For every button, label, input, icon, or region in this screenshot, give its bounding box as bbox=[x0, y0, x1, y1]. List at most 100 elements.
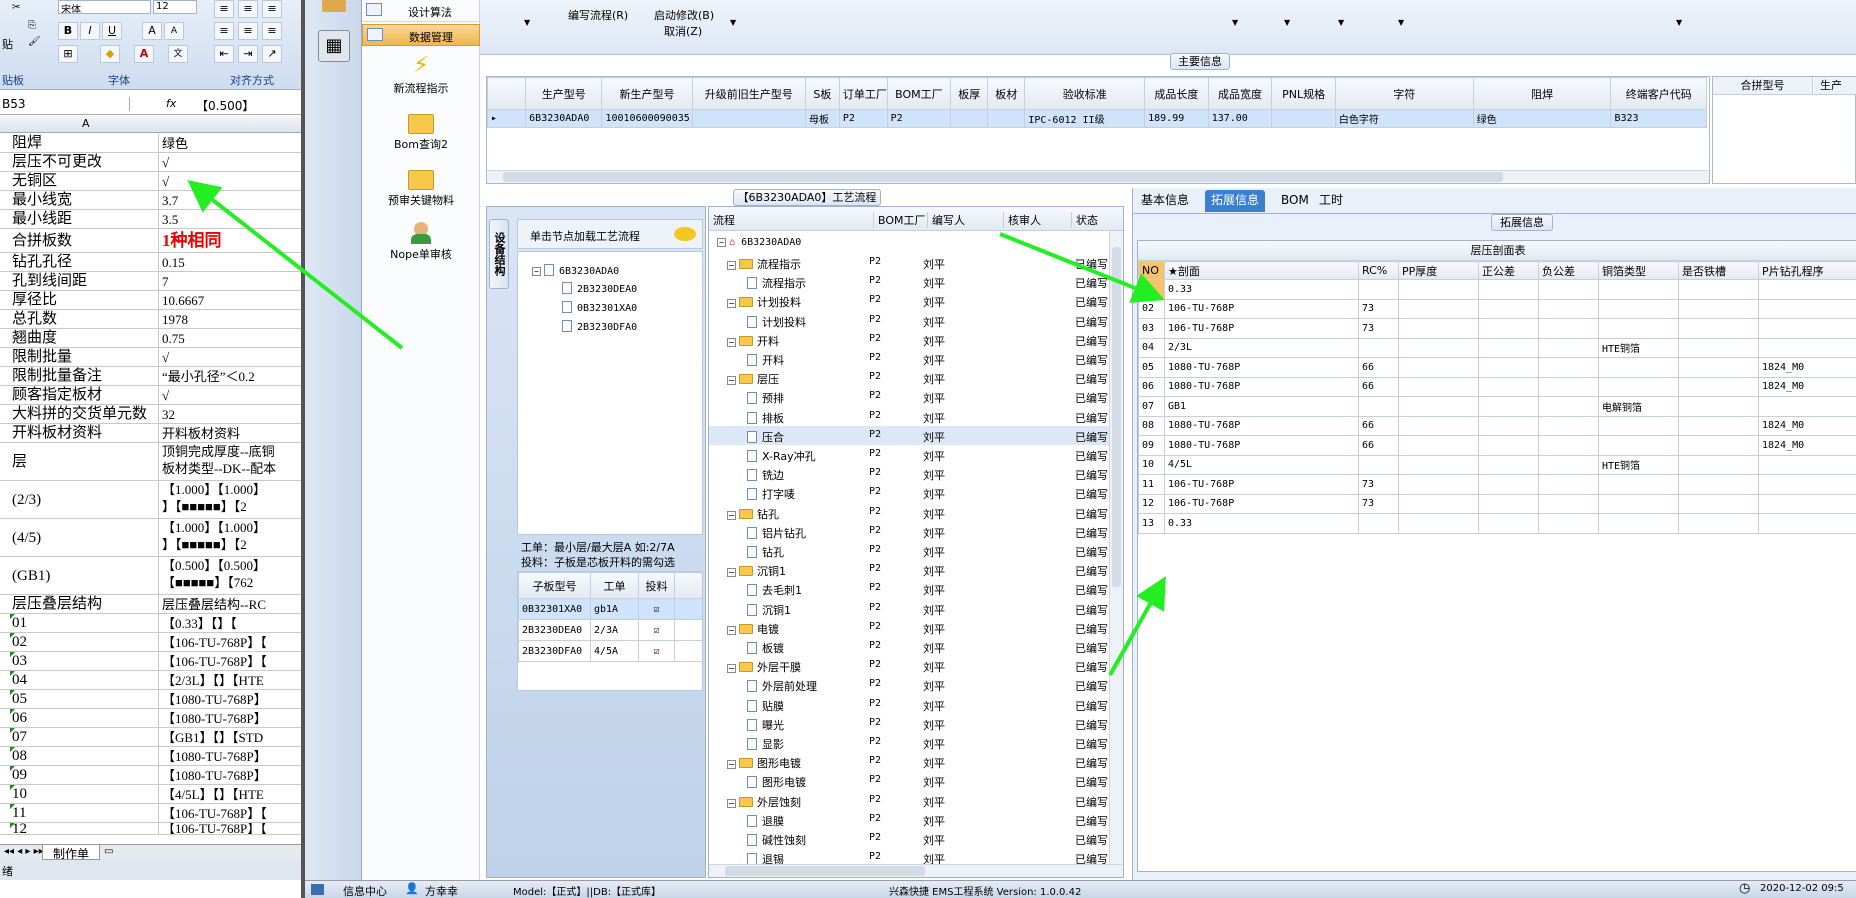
cell[interactable]: 13 bbox=[1138, 513, 1165, 534]
sheet-row[interactable]: 合拼板数 1种相同 bbox=[0, 229, 301, 253]
collapse-icon[interactable]: − bbox=[727, 376, 736, 386]
cell-b[interactable]: 【1.000】【1.000】 】【■■■■■】【2 bbox=[160, 481, 301, 518]
cell-a[interactable]: 07 bbox=[11, 728, 159, 746]
sheet-row[interactable]: 03 【106-TU-768P】【 bbox=[0, 652, 301, 671]
cell[interactable] bbox=[1478, 493, 1539, 514]
sheet-row[interactable]: 层压叠层结构 层压叠层结构--RC bbox=[0, 595, 301, 614]
tree-child[interactable]: 2B3230DFA0 bbox=[562, 320, 637, 333]
cell[interactable]: B323 bbox=[1610, 109, 1707, 128]
col-header[interactable]: PP厚度 bbox=[1398, 261, 1479, 280]
col-header[interactable]: 板材 bbox=[987, 77, 1026, 110]
cell[interactable] bbox=[1538, 337, 1599, 358]
flow-step-row[interactable]: 压合 P2 刘平 已编写 bbox=[709, 425, 1123, 445]
shrink-font-button[interactable]: A bbox=[164, 22, 184, 40]
cell-b[interactable]: 0.15 bbox=[160, 253, 301, 271]
cancel-button[interactable]: 取消(Z) bbox=[664, 23, 702, 39]
cell-a[interactable]: 01 bbox=[11, 614, 159, 632]
cell[interactable] bbox=[1398, 357, 1479, 378]
flow-step-row[interactable]: 计划投料 P2 刘平 已编写 bbox=[709, 311, 1123, 330]
cell[interactable] bbox=[1538, 513, 1599, 534]
cell[interactable] bbox=[1478, 337, 1539, 358]
flow-hscroll[interactable] bbox=[709, 864, 1123, 877]
cell-b[interactable]: 【GB1】【】【STD bbox=[160, 728, 301, 746]
cell[interactable] bbox=[1478, 318, 1539, 339]
sheet-row[interactable]: 翘曲度 0.75 bbox=[0, 329, 301, 348]
bom-query-action[interactable]: Bom查询2 bbox=[362, 110, 480, 152]
flow-group-row[interactable]: − 外层干膜 P2 刘平 已编写 bbox=[709, 656, 1123, 675]
cell[interactable] bbox=[1678, 493, 1759, 514]
cell-a[interactable]: 12 bbox=[11, 823, 159, 834]
table-row[interactable]: 05 1080-TU-768P 66 1824_M0 bbox=[1138, 357, 1856, 378]
sheet-row[interactable]: (GB1) 【0.500】【0.500】 【■■■■■】【762 bbox=[0, 557, 301, 595]
cell-b[interactable]: √ bbox=[160, 386, 301, 404]
cell[interactable] bbox=[691, 109, 806, 128]
cell[interactable] bbox=[1538, 396, 1599, 417]
table-row[interactable]: 09 1080-TU-768P 66 1824_M0 bbox=[1138, 435, 1856, 456]
cell[interactable] bbox=[1678, 474, 1759, 495]
cell-b[interactable]: 32 bbox=[160, 405, 301, 423]
cell[interactable] bbox=[1758, 396, 1856, 417]
cell[interactable]: 137.00 bbox=[1207, 109, 1273, 128]
cell[interactable] bbox=[1398, 513, 1479, 534]
cell[interactable] bbox=[1758, 513, 1856, 534]
cell[interactable] bbox=[1398, 435, 1479, 456]
cell[interactable] bbox=[1758, 318, 1856, 339]
align-center-button[interactable]: ≡ bbox=[238, 22, 258, 40]
cell[interactable]: 4/5L bbox=[1164, 454, 1359, 475]
flow-group-row[interactable]: − 钻孔 P2 刘平 已编写 bbox=[709, 503, 1123, 522]
sheet-row[interactable]: 层顶铜完成厚度--底铜 板材类型--DK--配本 bbox=[0, 443, 301, 481]
table-row[interactable]: 04 2/3L HTE铜箔 bbox=[1138, 337, 1856, 358]
table-row[interactable]: 13 0.33 bbox=[1138, 513, 1856, 534]
cell[interactable] bbox=[1478, 454, 1539, 475]
cell[interactable] bbox=[1538, 279, 1599, 300]
col-header[interactable]: 终端客户代码 bbox=[1610, 77, 1707, 110]
cell-b[interactable]: 【1080-TU-768P】 bbox=[160, 766, 301, 784]
cell[interactable]: 189.99 bbox=[1144, 109, 1209, 128]
cell-b[interactable]: 7 bbox=[160, 272, 301, 290]
main-info-hscroll[interactable] bbox=[487, 170, 1709, 183]
align-left-button[interactable]: ≡ bbox=[214, 22, 234, 40]
cell-a[interactable]: 10 bbox=[11, 785, 159, 803]
cell-a[interactable]: 开料板材资料 bbox=[11, 424, 159, 442]
sheet-row[interactable]: 大料拼的交货单元数 32 bbox=[0, 405, 301, 424]
checkbox[interactable]: ☑ bbox=[638, 640, 675, 662]
collapse-icon[interactable]: − bbox=[727, 760, 736, 770]
side-tab-structure[interactable]: 设备结构 bbox=[489, 219, 509, 289]
flow-tree-grid[interactable]: 流程 BOM工厂 编写人 核审人 状态 − ⌂ 6B3230ADA0 − 流程指示 P… bbox=[708, 206, 1124, 878]
cell[interactable] bbox=[1598, 357, 1679, 378]
cell[interactable] bbox=[1678, 396, 1759, 417]
cell[interactable] bbox=[1758, 493, 1856, 514]
cell[interactable] bbox=[1358, 396, 1399, 417]
cell[interactable]: 6B3230ADA0 bbox=[525, 109, 603, 128]
cell[interactable] bbox=[1358, 454, 1399, 475]
table-row[interactable]: 06 1080-TU-768P 66 1824_M0 bbox=[1138, 376, 1856, 397]
cell-b[interactable]: 3.7 bbox=[160, 191, 301, 209]
tab-hours[interactable]: 工时 bbox=[1313, 190, 1349, 212]
tab-ext-info[interactable]: 拓展信息 bbox=[1205, 190, 1266, 212]
cell[interactable] bbox=[1598, 474, 1679, 495]
cell[interactable] bbox=[1358, 513, 1399, 534]
flow-step-row[interactable]: 打字唛 P2 刘平 已编写 bbox=[709, 483, 1123, 502]
cell[interactable]: 04 bbox=[1138, 337, 1165, 358]
cell[interactable] bbox=[1678, 454, 1759, 475]
flow-step-row[interactable]: 外层前处理 P2 刘平 已编写 bbox=[709, 675, 1123, 694]
col-header[interactable]: 生产型号 bbox=[525, 77, 603, 110]
collapse-icon[interactable]: − bbox=[727, 337, 736, 347]
col-header[interactable]: 核审人 bbox=[1003, 212, 1041, 228]
start-edit-button[interactable]: 启动修改(B) bbox=[654, 7, 714, 23]
col-header[interactable]: 铜箔类型 bbox=[1598, 261, 1679, 280]
table-row[interactable]: 0B32301XA0 gb1A ☑ bbox=[518, 598, 702, 620]
flow-group-row[interactable]: − 沉铜1 P2 刘平 已编写 bbox=[709, 560, 1123, 579]
sheet-grid[interactable]: 阻焊 绿色 层压不可更改 √ 无铜区 √ 最小线宽 3.7 最小线距 3.5 合拼板数 1种相同 钻孔孔… bbox=[0, 134, 301, 844]
col-header[interactable]: BOM工厂 bbox=[886, 77, 952, 110]
key-material-action[interactable]: 预审关键物料 bbox=[362, 166, 480, 208]
cell[interactable] bbox=[1398, 298, 1479, 319]
cell[interactable] bbox=[1478, 396, 1539, 417]
cell-a[interactable]: 翘曲度 bbox=[11, 329, 159, 347]
cell-b[interactable]: 【4/5L】【】【HTE bbox=[160, 785, 301, 803]
nav-item-data-mgmt[interactable]: 数据管理 bbox=[362, 24, 480, 46]
cell[interactable]: P2 bbox=[886, 109, 952, 128]
cell[interactable] bbox=[1598, 435, 1679, 456]
cell-a[interactable]: 09 bbox=[11, 766, 159, 784]
cell-a[interactable]: 04 bbox=[11, 671, 159, 689]
